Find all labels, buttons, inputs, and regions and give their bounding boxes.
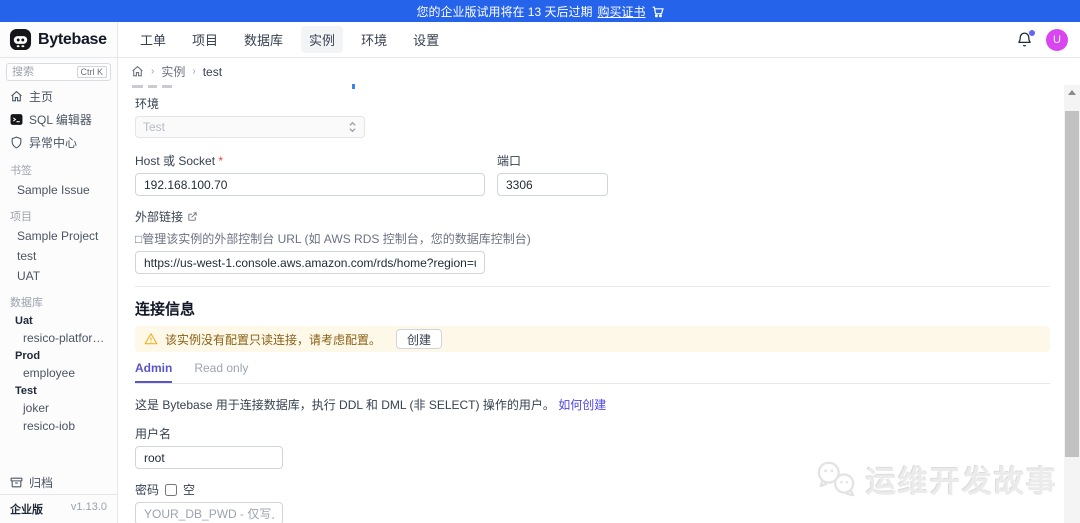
sidebar-item-label: SQL 编辑器 [29,113,92,127]
host-input[interactable] [135,173,485,196]
nav-item-issues[interactable]: 工单 [132,26,174,53]
search-shortcut-badge: Ctrl K [76,66,107,78]
external-link-label: 外部链接 [135,208,1080,225]
connection-info-title: 连接信息 [135,301,196,318]
chevron-updown-icon [349,121,356,133]
sidebar-item-label: 主页 [29,90,54,104]
trial-banner: 您的企业版试用将在 13 天后过期 购买证书 [0,0,1080,22]
db-item-resico-platform[interactable]: resico-platform-new-... [0,329,117,347]
bookmark-sample-issue[interactable]: Sample Issue [0,180,117,200]
sidebar-item-label: 异常中心 [29,136,78,150]
nav-item-databases[interactable]: 数据库 [236,26,291,53]
nav-item-instances[interactable]: 实例 [301,26,344,53]
breadcrumb: › 实例 › test [118,58,1080,85]
terminal-icon [10,114,23,125]
edition-label: 企业版 [10,504,43,516]
project-sample-project[interactable]: Sample Project [0,226,117,246]
db-env-test: Test [15,385,37,397]
section-title-databases: 数据库 [10,297,43,309]
home-icon [11,90,22,102]
project-test[interactable]: test [0,246,117,266]
db-env-uat: Uat [15,315,33,327]
breadcrumb-instances[interactable]: 实例 [161,63,185,80]
port-input[interactable] [497,173,608,196]
db-item-employee[interactable]: employee [0,364,117,382]
password-empty-checkbox[interactable] [165,483,178,496]
external-link-description: □管理该实例的外部控制台 URL (如 AWS RDS 控制台，您的数据库控制台… [135,232,531,246]
notification-bell[interactable] [1016,29,1035,49]
scroll-up-arrow-icon[interactable] [1068,90,1076,95]
port-label: 端口 [497,154,522,168]
warning-text: 该实例没有配置只读连接，请考虑配置。 [165,332,382,347]
app-header: Bytebase 工单 项目 数据库 实例 环境 设置 U [0,22,1080,58]
breadcrumb-current: test [202,64,223,79]
sidebar-item-sql-editor[interactable]: SQL 编辑器 [0,108,117,131]
section-divider [135,286,1050,287]
clipped-content-fragment [132,85,143,88]
admin-user-description: 这是 Bytebase 用于连接数据库，执行 DDL 和 DML (非 SELE… [135,398,607,412]
scrollbar-thumb[interactable] [1065,111,1079,457]
bytebase-logo[interactable]: Bytebase [0,22,118,57]
nav-item-environments[interactable]: 环境 [353,26,395,53]
clipped-content-fragment [162,85,172,88]
search-input[interactable] [12,66,74,78]
tab-read-only[interactable]: Read only [194,361,248,383]
vertical-scrollbar[interactable] [1064,85,1080,523]
external-link-icon[interactable] [187,211,198,222]
shopping-cart-icon [652,6,664,17]
archive-icon [10,477,23,488]
password-input[interactable] [135,502,283,523]
section-title-bookmarks: 书签 [10,165,32,177]
nav-item-projects[interactable]: 项目 [184,26,226,53]
sidebar-item-anomaly-center[interactable]: 异常中心 [0,131,117,154]
clipped-content-fragment [352,84,355,89]
db-env-prod: Prod [15,350,41,362]
db-item-resico-iob[interactable]: resico-iob [0,417,117,435]
sidebar-footer: 归档 企业版 v1.13.0 [0,471,117,523]
main-nav: 工单 项目 数据库 实例 环境 设置 [118,22,1016,57]
shield-icon [11,136,22,149]
trial-banner-text: 您的企业版试用将在 13 天后过期 [416,4,593,19]
password-label: 密码 [135,483,160,497]
chevron-right-icon: › [151,66,155,77]
username-label: 用户名 [135,427,172,441]
sidebar-item-archive[interactable]: 归档 [0,471,117,494]
tab-admin[interactable]: Admin [135,361,173,383]
warning-icon [144,333,158,345]
how-to-create-link[interactable]: 如何创建 [558,398,606,412]
version-label: v1.13.0 [70,501,107,513]
environment-label: 环境 [135,97,160,111]
main-content: › 实例 › test 环境 Test Host 或 Socket * 192.… [118,58,1080,523]
clipped-content-fragment [148,85,157,88]
nav-item-settings[interactable]: 设置 [405,26,447,53]
buy-license-link[interactable]: 购买证书 [598,3,646,20]
connection-tabs: Admin Read only [135,361,1050,384]
create-readonly-button[interactable]: 创建 [396,329,443,349]
project-uat[interactable]: UAT [0,266,117,286]
edition-row: 企业版 v1.13.0 [0,494,117,523]
external-link-input[interactable] [135,251,485,274]
environment-value: Test [143,120,166,134]
username-input[interactable] [135,446,283,469]
breadcrumb-home-icon[interactable] [131,65,144,78]
sidebar: Ctrl K 主页 SQL 编辑器 异常中心 书签 Sample Issue 项… [0,58,118,523]
section-title-projects: 项目 [10,211,32,223]
db-item-joker[interactable]: joker [0,399,117,417]
notification-dot [1029,29,1035,36]
chevron-right-icon: › [192,66,196,77]
sidebar-item-label: 归档 [29,476,54,490]
required-mark: * [218,154,224,168]
readonly-warning-banner: 该实例没有配置只读连接，请考虑配置。 创建 [135,326,1050,352]
header-right: U [1016,22,1080,57]
environment-select[interactable]: Test [135,116,365,138]
sidebar-item-home[interactable]: 主页 [0,85,117,108]
sidebar-search[interactable]: Ctrl K [6,63,111,81]
host-label: Host 或 Socket * [135,154,224,168]
logo-text: Bytebase [38,30,107,48]
bytebase-logo-icon [9,28,32,51]
user-avatar[interactable]: U [1046,28,1068,51]
password-empty-label: 空 [183,483,196,497]
